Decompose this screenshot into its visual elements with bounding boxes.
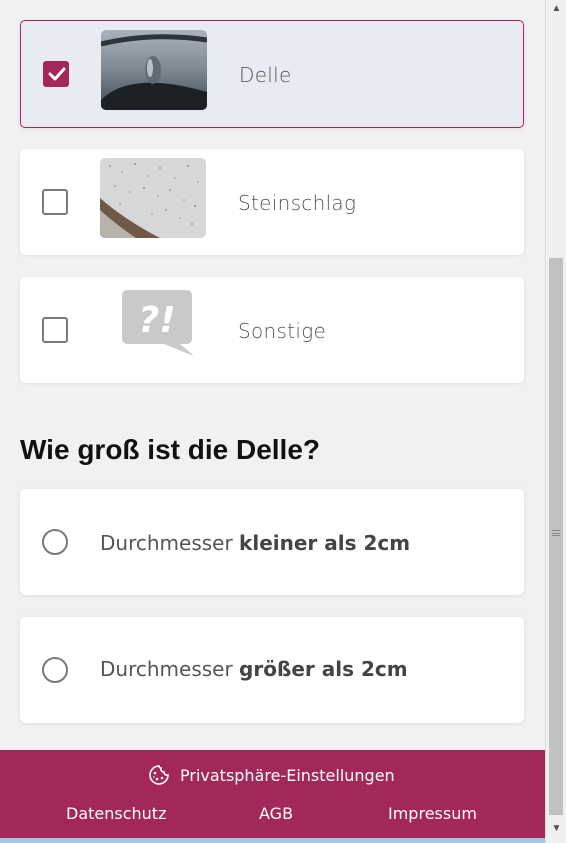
delle-checkbox[interactable]	[43, 61, 69, 87]
steinschlag-checkbox[interactable]	[42, 189, 68, 215]
size-small-emphasis: kleiner als 2cm	[239, 531, 411, 555]
size-large-emphasis: größer als 2cm	[239, 657, 408, 681]
size-large-prefix: Durchmesser	[100, 657, 233, 681]
delle-thumbnail	[101, 30, 207, 110]
size-small-label: Durchmesser kleiner als 2cm	[100, 531, 410, 555]
cookie-icon	[149, 765, 169, 785]
size-option-small[interactable]: Durchmesser kleiner als 2cm	[20, 489, 524, 595]
delle-label: Delle	[239, 63, 292, 87]
footer-link-datenschutz[interactable]: Datenschutz	[66, 804, 166, 823]
size-small-radio[interactable]	[42, 529, 68, 555]
page-viewport: Delle Steinschlag ?! Sonstige Wie groß i…	[0, 0, 545, 843]
scrollbar-thumb[interactable]	[549, 258, 563, 815]
privacy-settings-link[interactable]: Privatsphäre-Einstellungen	[148, 764, 395, 786]
footer-link-agb[interactable]: AGB	[259, 804, 293, 823]
size-large-radio[interactable]	[42, 657, 68, 683]
sonstige-checkbox[interactable]	[42, 317, 68, 343]
svg-text:?!: ?!	[138, 300, 175, 341]
footer-link-impressum[interactable]: Impressum	[388, 804, 477, 823]
bottom-strip	[0, 838, 545, 843]
steinschlag-label: Steinschlag	[238, 191, 357, 215]
question-bubble-icon: ?!	[100, 286, 206, 366]
size-small-prefix: Durchmesser	[100, 531, 233, 555]
scroll-up-arrow-icon[interactable]: ▲	[546, 0, 566, 17]
scroll-down-arrow-icon[interactable]: ▼	[546, 820, 566, 837]
scrollbar-grip-icon	[552, 530, 560, 536]
damage-option-sonstige[interactable]: ?! Sonstige	[20, 277, 524, 383]
steinschlag-thumbnail	[100, 158, 206, 238]
vertical-scrollbar[interactable]: ▲ ▼	[545, 0, 566, 843]
privacy-settings-label: Privatsphäre-Einstellungen	[180, 765, 395, 785]
sonstige-label: Sonstige	[238, 319, 327, 343]
damage-option-steinschlag[interactable]: Steinschlag	[20, 149, 524, 255]
size-question-heading: Wie groß ist die Delle?	[20, 434, 321, 465]
footer: Privatsphäre-Einstellungen Datenschutz A…	[0, 750, 545, 843]
size-option-large[interactable]: Durchmesser größer als 2cm	[20, 617, 524, 723]
damage-option-delle[interactable]: Delle	[20, 20, 524, 128]
checkmark-icon	[48, 67, 66, 81]
size-large-label: Durchmesser größer als 2cm	[100, 657, 408, 681]
